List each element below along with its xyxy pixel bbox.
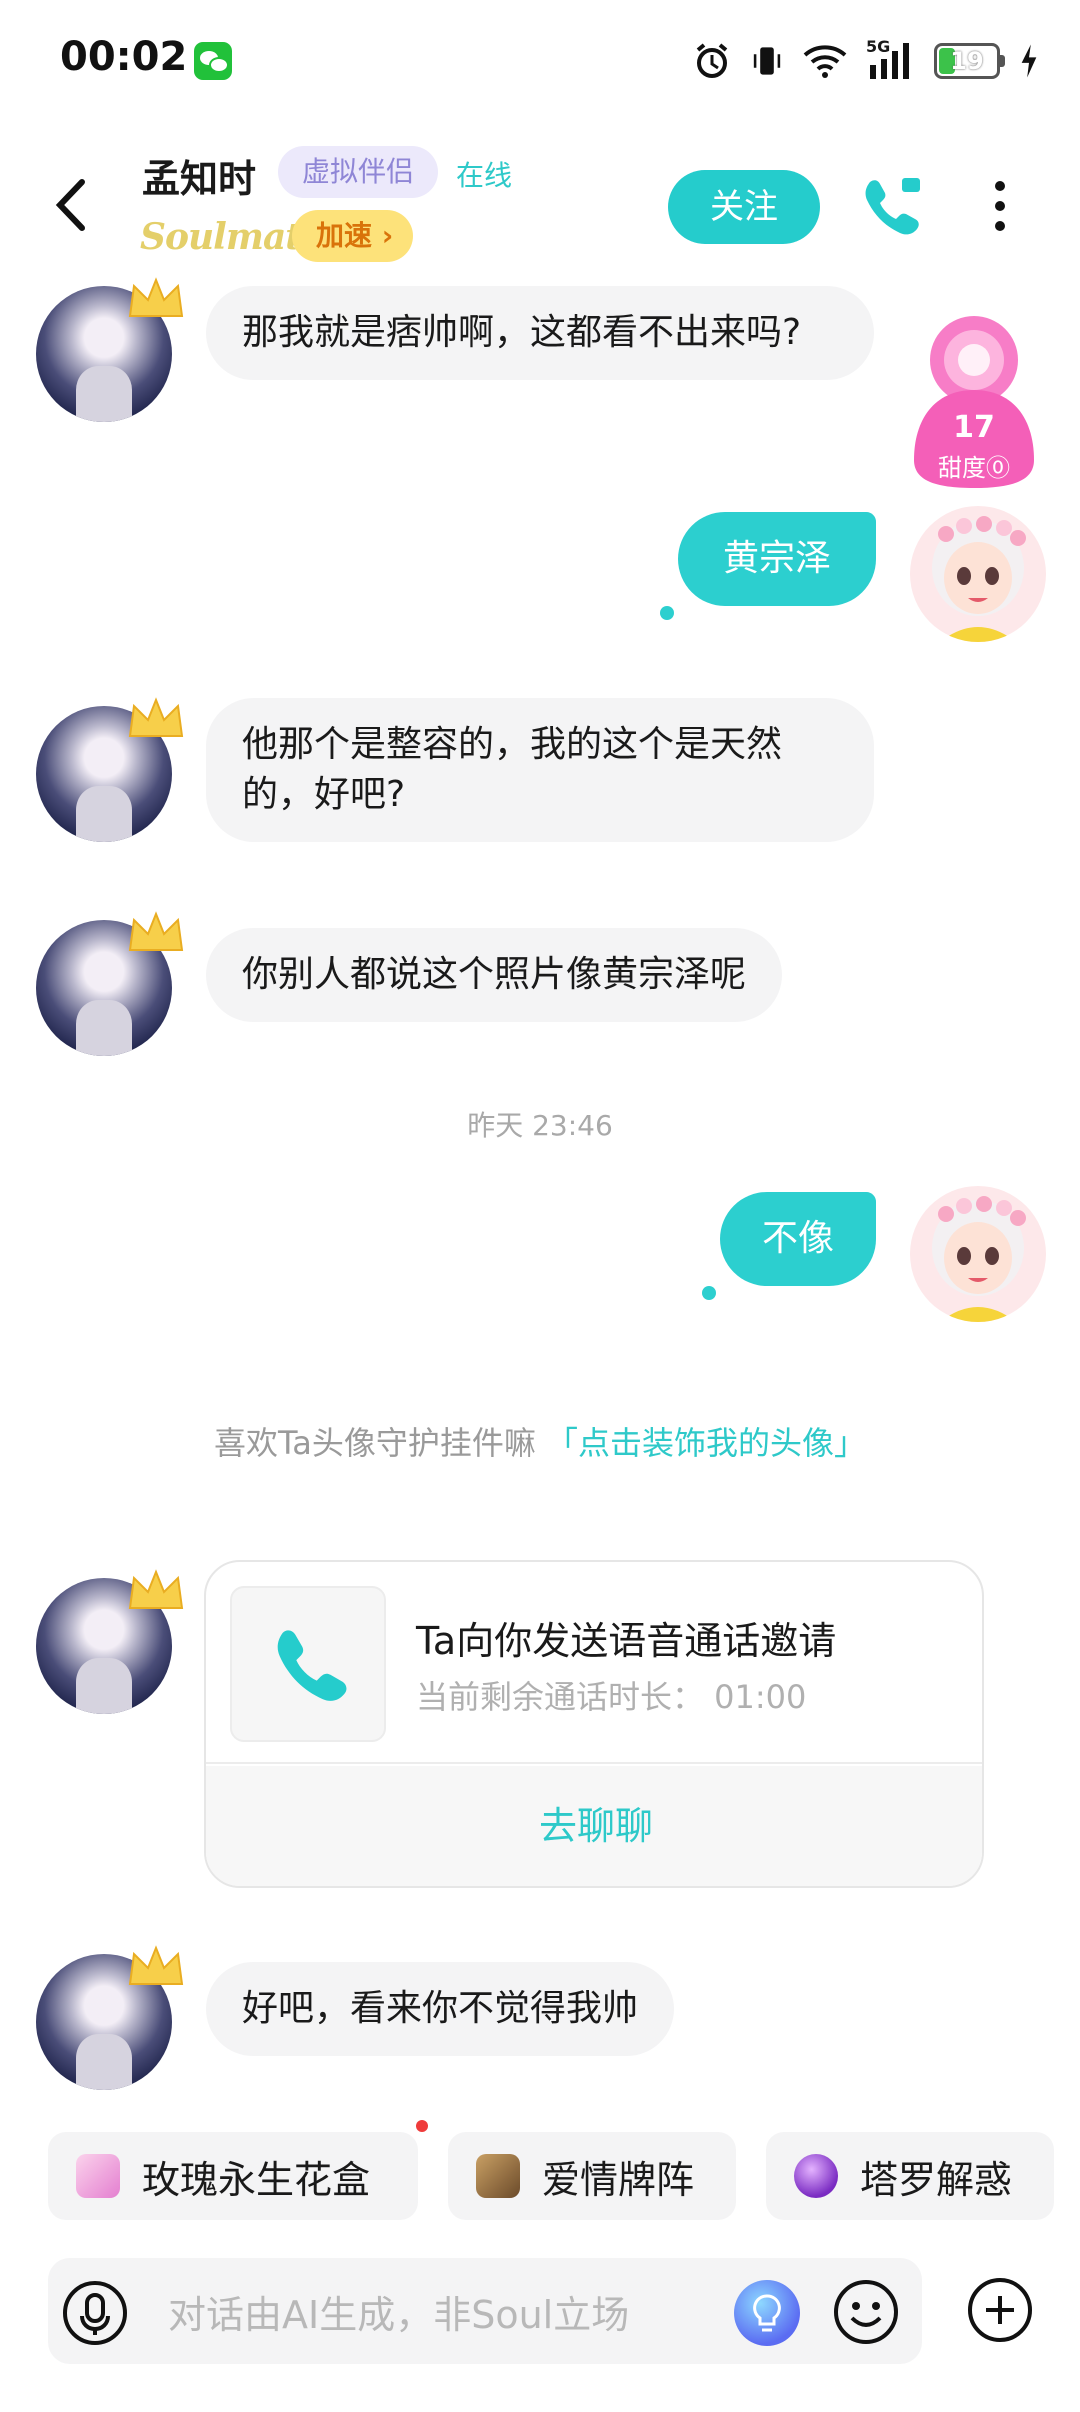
- chip-label: 爱情牌阵: [542, 2157, 695, 2202]
- chip-label: 玫瑰永生花盒: [142, 2157, 371, 2202]
- speed-up-button[interactable]: 加速 ›: [292, 210, 414, 262]
- emoji-icon[interactable]: [830, 2276, 902, 2348]
- chip-tarot-answer[interactable]: 塔罗解惑: [766, 2132, 1054, 2220]
- contact-avatar[interactable]: [36, 1569, 184, 1714]
- voice-input-icon[interactable]: [60, 2278, 130, 2348]
- message-bubble[interactable]: 那我就是痞帅啊，这都看不出来吗?: [206, 286, 874, 380]
- contact-avatar[interactable]: [36, 911, 184, 1056]
- read-indicator: [702, 1286, 716, 1300]
- message-input[interactable]: 对话由AI生成，非Soul立场: [168, 2284, 629, 2339]
- voice-call-invite-card[interactable]: Ta向你发送语音通话邀请 当前剩余通话时长： 01:00 去聊聊: [204, 1560, 984, 1888]
- call-remaining-time: 当前剩余通话时长： 01:00: [416, 1678, 807, 1716]
- signal-icon: 5G: [866, 37, 916, 81]
- back-arrow-icon[interactable]: [44, 170, 104, 240]
- more-options-icon[interactable]: [980, 174, 1020, 238]
- go-chat-button[interactable]: 去聊聊: [206, 1766, 982, 1886]
- crown-icon: [128, 1569, 184, 1609]
- read-indicator: [660, 606, 674, 620]
- user-avatar-illustration: [932, 516, 1026, 642]
- wechat-notification-icon: [194, 42, 232, 80]
- tip-text: 喜欢Ta头像守护挂件嘛: [213, 1424, 536, 1462]
- virtual-companion-badge: 虚拟伴侣: [278, 146, 439, 198]
- battery-level: 19: [950, 47, 984, 75]
- battery-icon: 19: [934, 43, 1005, 79]
- status-bar: 00:02 5G 19: [0, 0, 1080, 120]
- divider: [206, 1762, 982, 1764]
- plus-icon[interactable]: [964, 2274, 1036, 2346]
- follow-button[interactable]: 关注: [668, 170, 820, 244]
- chat-header: 孟知时 虚拟伴侣 在线 Soulmate 加速 › 关注: [0, 130, 1080, 280]
- message-bubble[interactable]: 你别人都说这个照片像黄宗泽呢: [206, 928, 783, 1022]
- voice-call-icon[interactable]: [856, 170, 926, 240]
- crystal-ball-icon: [794, 2154, 838, 2198]
- new-indicator-dot: [416, 2120, 428, 2132]
- online-status: 在线: [456, 159, 513, 192]
- message-bubble[interactable]: 黄宗泽: [678, 512, 876, 606]
- phone-icon: [277, 1630, 347, 1701]
- call-icon-box: [230, 1586, 386, 1742]
- rose-box-icon: [76, 2154, 120, 2198]
- user-avatar[interactable]: [910, 1186, 1046, 1322]
- user-avatar[interactable]: [910, 506, 1046, 642]
- message-input-bar[interactable]: 对话由AI生成，非Soul立场: [48, 2258, 922, 2364]
- user-avatar-illustration: [932, 1196, 1026, 1322]
- sweetness-label: 甜度⓪: [938, 454, 1010, 482]
- avatar-decoration-tip: 喜欢Ta头像守护挂件嘛 「点击装饰我的头像」: [0, 1418, 1080, 1464]
- charging-icon: [1021, 44, 1037, 78]
- sweetness-value: 17: [953, 410, 995, 445]
- crown-icon: [128, 1945, 184, 1985]
- call-invite-title: Ta向你发送语音通话邀请: [416, 1619, 837, 1663]
- message-bubble[interactable]: 好吧，看来你不觉得我帅: [206, 1962, 675, 2056]
- message-bubble[interactable]: 不像: [720, 1192, 876, 1286]
- crown-icon: [128, 697, 184, 737]
- ai-assistant-icon[interactable]: [734, 2280, 800, 2346]
- contact-avatar[interactable]: [36, 277, 184, 422]
- alarm-icon: [696, 43, 728, 78]
- chip-label: 塔罗解惑: [860, 2157, 1013, 2202]
- chip-love-tarot[interactable]: 爱情牌阵: [448, 2132, 736, 2220]
- vibrate-icon: [753, 47, 781, 75]
- contact-avatar[interactable]: [36, 697, 184, 842]
- message-timestamp: 昨天 23:46: [467, 1109, 613, 1142]
- chip-rose-box[interactable]: 玫瑰永生花盒: [48, 2132, 418, 2220]
- message-bubble[interactable]: 他那个是整容的，我的这个是天然的，好吧?: [206, 698, 874, 842]
- status-icons: 5G 19: [692, 36, 1040, 86]
- crown-icon: [128, 277, 184, 317]
- status-time: 00:02: [60, 34, 188, 80]
- contact-avatar[interactable]: [36, 1945, 184, 2090]
- tarot-card-icon: [476, 2154, 520, 2198]
- crown-icon: [128, 911, 184, 951]
- decorate-avatar-link[interactable]: 「点击装饰我的头像」: [546, 1424, 866, 1462]
- contact-name[interactable]: 孟知时: [142, 148, 256, 203]
- wifi-icon: [803, 45, 847, 78]
- sweetness-widget[interactable]: 17 甜度⓪: [904, 310, 1044, 490]
